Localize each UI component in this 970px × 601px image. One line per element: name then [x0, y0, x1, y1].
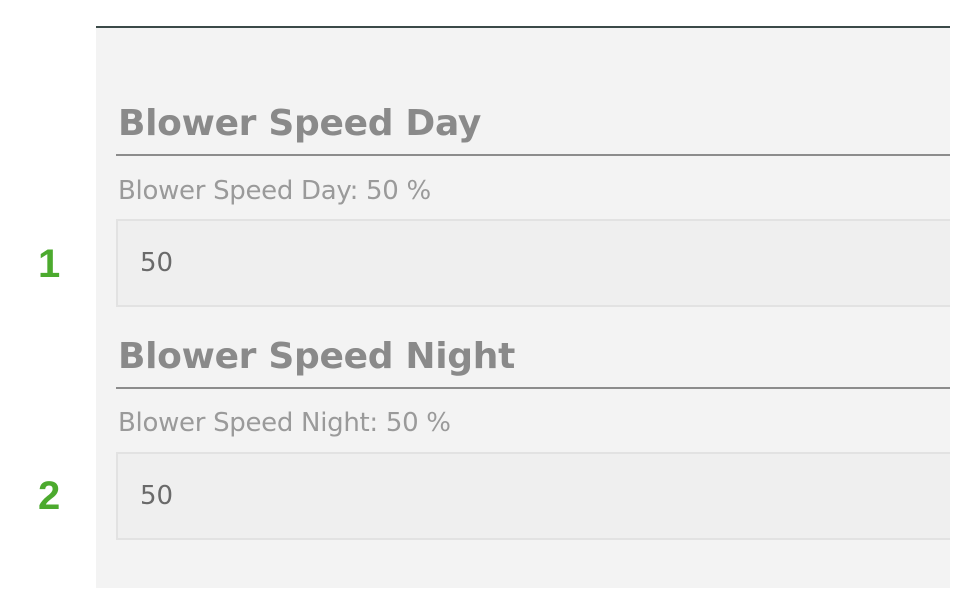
blower-speed-day-divider: [116, 154, 950, 156]
blower-speed-night-divider: [116, 387, 950, 389]
blower-speed-day-input[interactable]: 50: [116, 219, 950, 307]
callout-2: 2: [38, 474, 61, 518]
callout-1: 1: [38, 242, 61, 286]
blower-speed-night-heading: Blower Speed Night: [118, 336, 515, 377]
blower-speed-day-label: Blower Speed Day: 50 %: [118, 176, 431, 206]
blower-speed-night-input[interactable]: 50: [116, 452, 950, 540]
blower-speed-day-heading: Blower Speed Day: [118, 103, 482, 144]
blower-speed-night-label: Blower Speed Night: 50 %: [118, 408, 451, 438]
